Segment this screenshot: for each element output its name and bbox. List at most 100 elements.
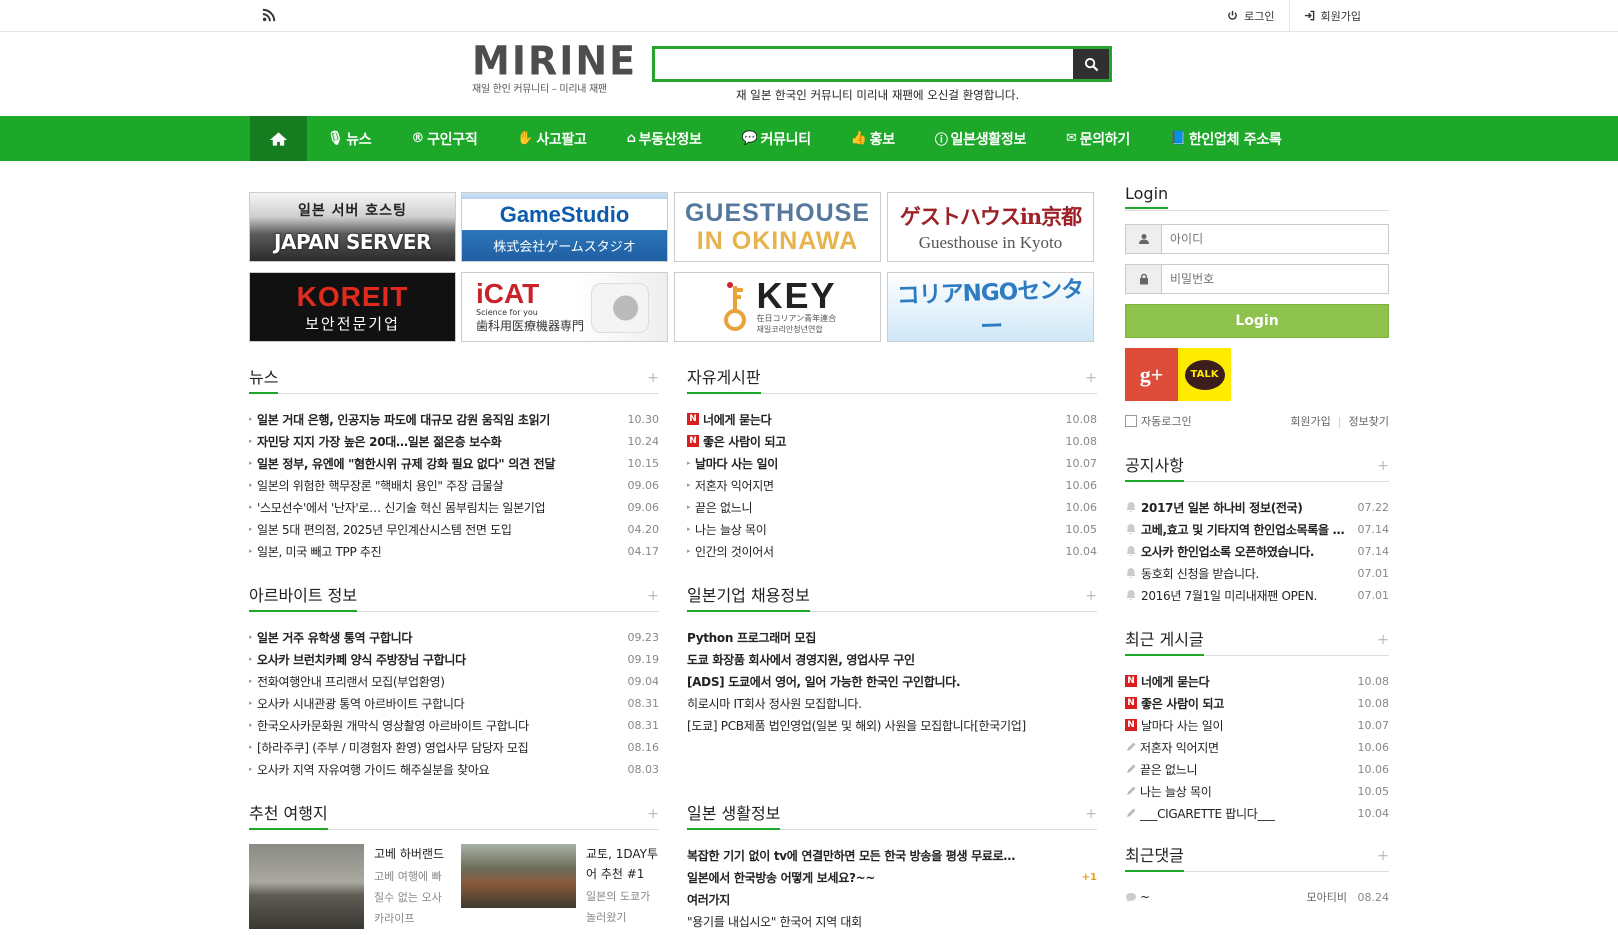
list-item[interactable]: ▸ 자민당 지지 가장 높은 20대…일본 젊은층 보수화 10.24 <box>249 430 659 452</box>
item-date: 04.20 <box>627 522 660 536</box>
list-item[interactable]: ▸ 일본 5대 편의점, 2025년 무인계산시스템 전면 도입 04.20 <box>249 518 659 540</box>
more-button[interactable]: + <box>1377 848 1389 864</box>
list-item[interactable]: ▸ 끝은 없느니 10.06 <box>687 496 1097 518</box>
password-input[interactable] <box>1162 265 1388 293</box>
banner-key[interactable]: KEY 在日コリアン青年連合 재일코리안청년연합 <box>674 272 881 342</box>
free-list: N 너에게 묻는다 10.08 N 좋은 사람이 되고 10.08 ▸ 날마다 사는 일이 10… <box>687 408 1097 562</box>
list-item[interactable]: 여러가지 <box>687 888 1097 910</box>
list-item[interactable]: ▸ [하라주쿠] (주부 / 미경험자 환영) 영업사무 담당자 모집 08.16 <box>249 736 659 758</box>
list-item[interactable]: ▸ 한국오사카문화원 개막식 영상촬영 아르바이트 구합니다 08.31 <box>249 714 659 736</box>
list-item[interactable]: ▸ 일본 거주 유학생 통역 구합니다 09.23 <box>249 626 659 648</box>
list-item[interactable]: 동호회 신청을 받습니다. 07.01 <box>1125 562 1389 584</box>
new-badge: N <box>1125 697 1137 709</box>
list-item[interactable]: ▸ '스모선수'에서 '난자'로… 신기술 혁신 몸부림치는 일본기업 09.06 <box>249 496 659 518</box>
banner-guesthouse-kyoto[interactable]: ゲストハウスin京都 Guesthouse in Kyoto <box>887 192 1094 262</box>
more-button[interactable]: + <box>647 588 659 604</box>
item-date: 10.08 <box>1065 412 1098 426</box>
list-item[interactable]: ▸ 오사카 지역 자유여행 가이드 해주실분을 찾아요 08.03 <box>249 758 659 780</box>
list-item[interactable]: 2016년 7월1일 미리내재팬 OPEN. 07.01 <box>1125 584 1389 606</box>
list-item[interactable]: 끝은 없느니 10.06 <box>1125 758 1389 780</box>
nav-home[interactable] <box>250 116 307 161</box>
list-item[interactable]: N 좋은 사람이 되고 10.08 <box>687 430 1097 452</box>
login-link[interactable]: 로그인 <box>1213 0 1288 31</box>
list-item[interactable]: 일본에서 한국방송 어떻게 보세요?~~ +1 <box>687 866 1097 888</box>
signup-link[interactable]: 회원가입 <box>1288 0 1375 31</box>
list-item[interactable]: "용기를 내십시오" 한국어 지역 대회 <box>687 910 1097 932</box>
nav-item-jobs[interactable]: ® 구인구직 <box>391 116 497 161</box>
more-button[interactable]: + <box>1377 632 1389 648</box>
site-logo[interactable]: MIRINE 재일 한인 커뮤니티 – 미리내 재팬 <box>472 41 635 95</box>
list-item[interactable]: N 너에게 묻는다 10.08 <box>687 408 1097 430</box>
list-item[interactable]: ▸ 일본, 미국 빼고 TPP 추진 04.17 <box>249 540 659 562</box>
banner-icat[interactable]: iCAT Science for you 歯科用医療機器専門 <box>461 272 668 342</box>
nav-item-news[interactable]: 🎙 뉴스 <box>307 116 391 161</box>
more-button[interactable]: + <box>1085 806 1097 822</box>
list-item[interactable]: 도쿄 화장품 회사에서 경영지원, 영업사무 구인 <box>687 648 1097 670</box>
nav-item-community[interactable]: 💬 커뮤니티 <box>722 116 831 161</box>
list-item[interactable]: N 너에게 묻는다 10.08 <box>1125 670 1389 692</box>
nav-item-label: 일본생활정보 <box>950 131 1027 148</box>
nav-item-lifeinfo[interactable]: ⓘ 일본생활정보 <box>915 116 1046 161</box>
id-input[interactable] <box>1162 225 1388 253</box>
signup-link-side[interactable]: 회원가입 <box>1290 413 1330 429</box>
auto-login-checkbox[interactable] <box>1125 415 1137 427</box>
list-item[interactable]: ▸ 일본 정부, 유엔에 "혐한시위 규제 강화 필요 없다" 의견 전달 10.1… <box>249 452 659 474</box>
banner-text: 일본 서버 호스팅 <box>298 203 407 219</box>
kakao-login[interactable]: TALK <box>1178 348 1231 401</box>
travel-item[interactable]: 교토, 1DAY투어 추천 #1 일본의 도쿄가 놀러왔기 <box>461 844 659 929</box>
more-button[interactable]: + <box>647 370 659 386</box>
list-item[interactable]: ~ 모아티비 08.24 <box>1125 886 1389 908</box>
nav-item-realestate[interactable]: ⌂ 부동산정보 <box>607 116 722 161</box>
google-plus-login[interactable]: g+ <box>1125 348 1178 401</box>
more-button[interactable]: + <box>1085 370 1097 386</box>
registered-icon: ® <box>411 131 425 146</box>
search-input[interactable] <box>655 49 1073 79</box>
find-account-link[interactable]: 정보찾기 <box>1349 413 1389 429</box>
albeit-list: ▸ 일본 거주 유학생 통역 구합니다 09.23 ▸ 오사카 브런치카페 양식 주방장… <box>249 626 659 780</box>
list-item[interactable]: 2017년 일본 하나비 정보(전국) 07.22 <box>1125 496 1389 518</box>
list-item[interactable]: ▸ 전화여행안내 프리랜서 모집(부업환영) 09.04 <box>249 670 659 692</box>
list-item[interactable]: 히로시마 IT회사 정사원 모집합니다. <box>687 692 1097 714</box>
list-item[interactable]: ___CIGARETTE 팝니다___ 10.04 <box>1125 802 1389 824</box>
travel-item[interactable]: 고베 하버랜드 고베 여행에 빠질수 없는 오사카라이프 <box>249 844 447 929</box>
banner-korea-ngo[interactable]: コリアNGOセンター <box>887 272 1094 342</box>
list-item[interactable]: ▸ 인간의 것이어서 10.04 <box>687 540 1097 562</box>
rss-icon[interactable] <box>262 8 276 22</box>
list-item[interactable]: N 날마다 사는 일이 10.07 <box>1125 714 1389 736</box>
banner-guesthouse-okinawa[interactable]: GUESTHOUSE IN OKINAWA <box>674 192 881 262</box>
list-item[interactable]: ▸ 날마다 사는 일이 10.07 <box>687 452 1097 474</box>
new-badge: N <box>687 413 699 425</box>
banner-koreit[interactable]: KOREIT 보안전문기업 <box>249 272 456 342</box>
arrow-icon: ▸ <box>249 481 253 489</box>
list-item[interactable]: [도쿄] PCB제품 법인영업(일본 및 해외) 사원을 모집합니다[한국기업] <box>687 714 1097 736</box>
list-item[interactable]: ▸ 일본 거대 은행, 인공지능 파도에 대규모 감원 움직임 초읽기 10.30 <box>249 408 659 430</box>
list-item[interactable]: N 좋은 사람이 되고 10.08 <box>1125 692 1389 714</box>
arrow-icon: ▸ <box>249 437 253 445</box>
login-button[interactable]: Login <box>1125 304 1389 338</box>
list-item[interactable]: 복잡한 기기 없이 tv에 연결만하면 모든 한국 방송을 평생 무료로… <box>687 844 1097 866</box>
banner-japan-server[interactable]: 일본 서버 호스팅 JAPAN SERVER <box>249 192 456 262</box>
list-item[interactable]: ▸ 오사카 브런치카페 양식 주방장님 구합니다 09.19 <box>249 648 659 670</box>
banner-gamestudio[interactable]: GameStudio 株式会社ゲームスタジオ <box>461 192 668 262</box>
banner-text: GUESTHOUSE <box>684 199 871 227</box>
list-item[interactable]: ▸ 저혼자 익어지면 10.06 <box>687 474 1097 496</box>
search-button[interactable] <box>1073 49 1109 79</box>
more-button[interactable]: + <box>1377 458 1389 474</box>
nav-item-promo[interactable]: 👍 홍보 <box>831 116 915 161</box>
list-item[interactable]: ▸ 일본의 위험한 핵무장론 "핵배치 용인" 주장 급물살 09.06 <box>249 474 659 496</box>
item-date: 04.17 <box>627 544 660 558</box>
list-item[interactable]: ▸ 오사카 시내관광 통역 아르바이트 구합니다 08.31 <box>249 692 659 714</box>
nav-item-contact[interactable]: ✉ 문의하기 <box>1046 116 1150 161</box>
list-item[interactable]: ▸ 나는 늘상 목이 10.05 <box>687 518 1097 540</box>
more-button[interactable]: + <box>647 806 659 822</box>
list-item[interactable]: 오사카 한인업소록 오픈하였습니다. 07.14 <box>1125 540 1389 562</box>
nav-item-directory[interactable]: 📘 한인업체 주소록 <box>1150 116 1302 161</box>
more-button[interactable]: + <box>1085 588 1097 604</box>
list-item[interactable]: 고베,효고 및 기타지역 한인업소목록을 … 07.14 <box>1125 518 1389 540</box>
list-item[interactable]: [ADS] 도쿄에서 영어, 일어 가능한 한국인 구인합니다. <box>687 670 1097 692</box>
banner-text: KEY <box>756 275 837 316</box>
list-item[interactable]: Python 프로그래머 모집 <box>687 626 1097 648</box>
nav-item-market[interactable]: ✋ 사고팔고 <box>497 116 606 161</box>
list-item[interactable]: 나는 늘상 목이 10.05 <box>1125 780 1389 802</box>
list-item[interactable]: 저혼자 익어지면 10.06 <box>1125 736 1389 758</box>
